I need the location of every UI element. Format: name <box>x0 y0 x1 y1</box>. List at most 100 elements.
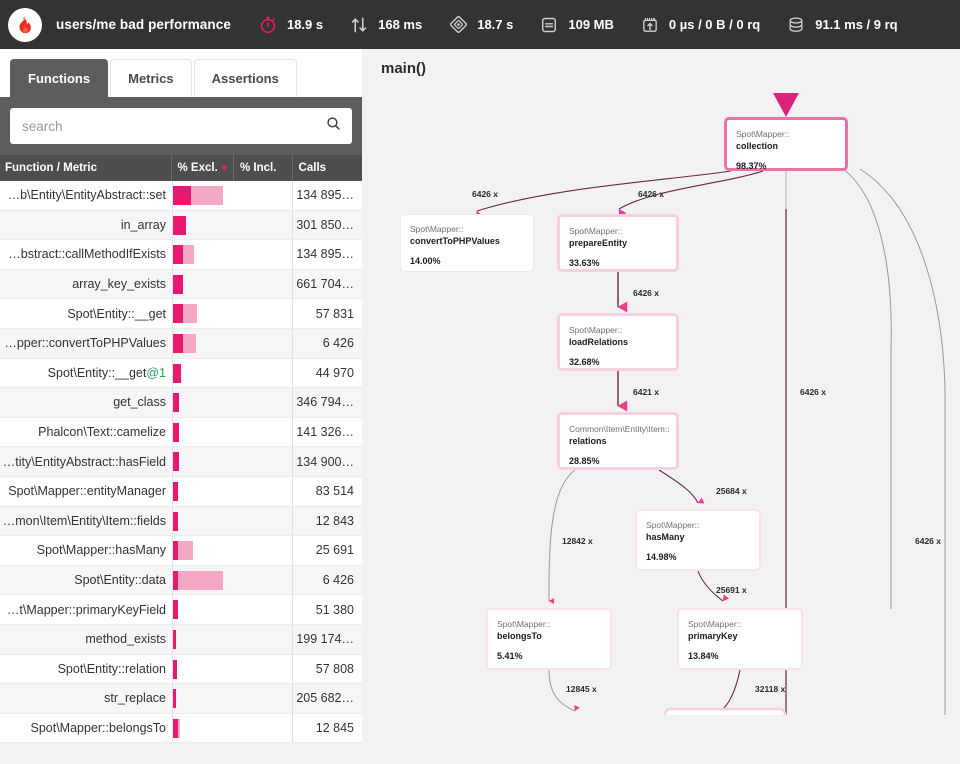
graph-node-function: prepareEntity <box>569 238 628 248</box>
cell-calls: 134 895… <box>292 181 361 210</box>
column-header-function[interactable]: Function / Metric <box>0 155 171 181</box>
cell-calls: 57 831 <box>292 299 361 328</box>
graph-node-prepareEntity[interactable]: Spot\Mapper:: prepareEntity33.63% <box>557 214 679 272</box>
graph-node-belongsTo[interactable]: Spot\Mapper:: belongsTo 5.41% <box>486 608 612 670</box>
table-row[interactable]: method_exists 199 174… <box>0 624 362 655</box>
bar-exclusive <box>173 718 178 738</box>
table-row[interactable]: Spot\Entity::relation 57 808 <box>0 654 362 685</box>
graph-node-relations[interactable]: Common\Item\Entity\Item:: relations 28.85% <box>557 412 679 470</box>
flame-icon[interactable] <box>8 7 42 42</box>
call-graph-pane[interactable]: main() Spot\Mapper:: collection 98.37% S… <box>363 49 960 715</box>
table-row[interactable]: …t\Mapper::primaryKeyField 51 380 <box>0 595 362 625</box>
graph-node-percent: 5.41% <box>497 651 523 661</box>
cell-calls: 25 691 <box>292 536 361 565</box>
graph-node-convertToPHPValues[interactable]: Spot\Mapper:: convertToPHPValues 14.00% <box>400 214 534 272</box>
graph-node-namespace: Spot\Mapper:: <box>736 129 790 139</box>
metric-network-io[interactable]: 168 ms <box>348 14 422 36</box>
bar-exclusive <box>173 541 178 561</box>
cell-function-name: in_array <box>120 217 166 232</box>
table-row[interactable]: …pper::convertToPHPValues 6 426 <box>0 328 362 359</box>
cell-function-name: …pper::convertToPHPValues <box>4 336 166 351</box>
cell-percent-bars <box>172 269 292 299</box>
cell-function-name: method_exists <box>85 632 166 647</box>
cell-function-name: …mon\Item\Entity\Item::fields <box>2 513 166 528</box>
bar-inclusive <box>173 570 223 590</box>
table-row[interactable]: Phalcon\Text::camelize 141 326… <box>0 417 362 448</box>
metric-http-upload[interactable]: 0 µs / 0 B / 0 rq <box>639 14 760 36</box>
bar-exclusive <box>173 186 191 205</box>
cell-percent-bars <box>172 565 292 595</box>
graph-edge-label: 12845 x <box>566 684 597 694</box>
graph-node-namespace: Common\Item\Entity\Item:: <box>569 424 670 434</box>
graph-node-primaryKey[interactable]: Spot\Mapper:: primaryKey 13.84% <box>677 608 803 670</box>
column-header-excl[interactable]: % Excl. ▾ <box>172 155 234 181</box>
cell-calls: 141 326… <box>292 417 361 447</box>
table-row[interactable]: get_class 346 794… <box>0 388 362 418</box>
cell-function-name: …tity\EntityAbstract::hasField <box>2 454 166 469</box>
graph-node-percent: 32.68% <box>569 357 600 367</box>
search-box[interactable] <box>10 108 352 144</box>
cell-function-name: …t\Mapper::primaryKeyField <box>6 602 166 617</box>
graph-node-percent: 33.63% <box>569 258 600 268</box>
cell-percent-bars <box>172 506 292 536</box>
tab-functions[interactable]: Functions <box>10 59 109 97</box>
bar-exclusive <box>173 363 181 383</box>
search-input[interactable] <box>20 117 325 135</box>
bar-exclusive <box>173 393 179 413</box>
cell-calls: 44 970 <box>292 358 361 388</box>
table-row[interactable]: Spot\Entity::__get@1 44 970 <box>0 358 362 389</box>
graph-node-percent: 28.85% <box>569 456 600 466</box>
graph-node-namespace: Spot\Mapper:: <box>569 226 623 236</box>
table-row[interactable]: Spot\Entity::__get 57 831 <box>0 299 362 329</box>
bar-exclusive <box>173 570 178 590</box>
cell-percent-bars <box>172 595 292 624</box>
table-row[interactable]: Spot\Mapper::belongsTo 12 845 <box>0 713 362 744</box>
metric-value: 91.1 ms / 9 rq <box>815 17 898 32</box>
metric-wall-time[interactable]: 18.9 s <box>257 14 323 36</box>
search-icon[interactable] <box>325 115 342 137</box>
bar-exclusive <box>173 245 183 265</box>
table-row[interactable]: …bstract::callMethodIfExists 134 895… <box>0 240 362 270</box>
call-graph-edges <box>475 93 946 715</box>
cell-calls: 661 704… <box>292 269 361 299</box>
cell-function-name: …b\Entity\EntityAbstract::set <box>7 188 166 203</box>
graph-edge-label: 6421 x <box>633 387 659 397</box>
graph-node-namespace: Spot\Mapper:: <box>410 224 464 234</box>
cell-percent-bars <box>172 536 292 565</box>
graph-node-function: convertToPHPValues <box>410 236 500 246</box>
table-row[interactable]: in_array 301 850… <box>0 210 362 241</box>
graph-edge-label: 6426 x <box>638 189 664 199</box>
graph-node-hasMany[interactable]: Spot\Mapper:: hasMany 14.98% <box>635 509 761 571</box>
table-row[interactable]: …mon\Item\Entity\Item::fields 12 843 <box>0 506 362 537</box>
metric-cpu-time[interactable]: 18.7 s <box>447 14 513 36</box>
graph-node-collection[interactable]: Spot\Mapper:: collection 98.37% <box>724 117 848 171</box>
metric-value: 0 µs / 0 B / 0 rq <box>668 17 761 32</box>
tab-assertions[interactable]: Assertions <box>193 59 297 97</box>
table-row[interactable]: Spot\Mapper::entityManager 83 514 <box>0 476 362 507</box>
table-row[interactable]: …b\Entity\EntityAbstract::set 134 895… <box>0 181 362 211</box>
cell-percent-bars <box>172 240 292 269</box>
cell-percent-bars <box>172 447 292 476</box>
cell-percent-bars <box>172 328 292 358</box>
graph-node-namespace: Spot\Mapper:: <box>688 619 742 629</box>
table-row[interactable]: array_key_exists 661 704… <box>0 269 362 300</box>
column-header-calls[interactable]: Calls <box>293 155 362 181</box>
cell-calls: 346 794… <box>292 388 361 417</box>
table-row[interactable]: …tity\EntityAbstract::hasField 134 900… <box>0 447 362 477</box>
metric-database[interactable]: 91.1 ms / 9 rq <box>785 14 898 36</box>
functions-table-body[interactable]: …b\Entity\EntityAbstract::set 134 895… in_… <box>0 181 362 764</box>
metric-memory[interactable]: 109 MB <box>538 14 614 36</box>
graph-node-loadRelations[interactable]: Spot\Mapper:: loadRelations 32.68% <box>557 313 679 371</box>
search-bar <box>0 97 362 155</box>
graph-node-percent: 14.98% <box>646 552 677 562</box>
graph-node-function: loadRelations <box>569 337 629 347</box>
bar-exclusive <box>173 422 179 442</box>
cell-calls: 134 900… <box>292 447 361 476</box>
tab-metrics[interactable]: Metrics <box>110 59 192 97</box>
graph-edge-label: 6426 x <box>633 288 659 298</box>
table-row[interactable]: str_replace 205 682… <box>0 684 362 714</box>
cell-percent-bars <box>172 624 292 654</box>
column-header-incl[interactable]: % Incl. <box>234 155 292 181</box>
table-row[interactable]: Spot\Mapper::hasMany 25 691 <box>0 536 362 566</box>
table-row[interactable]: Spot\Entity::data 6 426 <box>0 565 362 596</box>
